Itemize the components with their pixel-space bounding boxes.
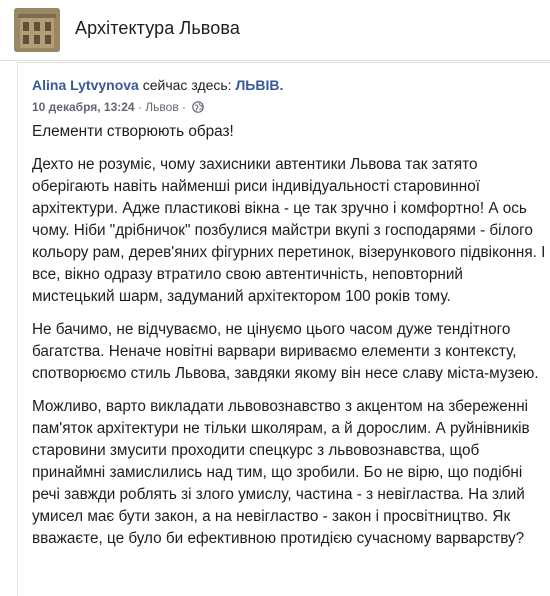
checkin-text: сейчас здесь: — [142, 77, 232, 93]
post-timestamp[interactable]: 10 декабря, 13:24 — [32, 100, 135, 114]
checkin-location[interactable]: ЛЬВІВ. — [235, 77, 283, 93]
group-avatar[interactable] — [14, 8, 60, 52]
post-text: Елементи створюють образ! Дехто не розум… — [32, 121, 547, 561]
group-header: Архітектура Львова — [0, 0, 550, 61]
group-title[interactable]: Архітектура Львова — [75, 18, 240, 39]
meta-separator: · — [134, 100, 146, 114]
globe-icon[interactable] — [192, 101, 205, 116]
post-paragraph: Не бачимо, не відчуваємо, не цінуємо цьо… — [32, 321, 539, 382]
post-paragraph: Елементи створюють образ! — [32, 123, 234, 140]
post-place[interactable]: Львов — [145, 100, 178, 114]
building-photo-icon — [14, 8, 60, 52]
post-meta: 10 декабря, 13:24 · Львов · — [32, 100, 205, 116]
meta-separator: · — [178, 100, 190, 114]
author-name[interactable]: Alina Lytvynova — [32, 77, 139, 93]
post-card: Alina Lytvynova сейчас здесь: ЛЬВІВ. 10 … — [17, 62, 550, 596]
post-paragraph: Можливо, варто викладати львовознавство … — [32, 398, 530, 547]
post-paragraph: Дехто не розуміє, чому захисники автенти… — [32, 156, 546, 305]
post-header: Alina Lytvynova сейчас здесь: ЛЬВІВ. — [32, 77, 283, 93]
